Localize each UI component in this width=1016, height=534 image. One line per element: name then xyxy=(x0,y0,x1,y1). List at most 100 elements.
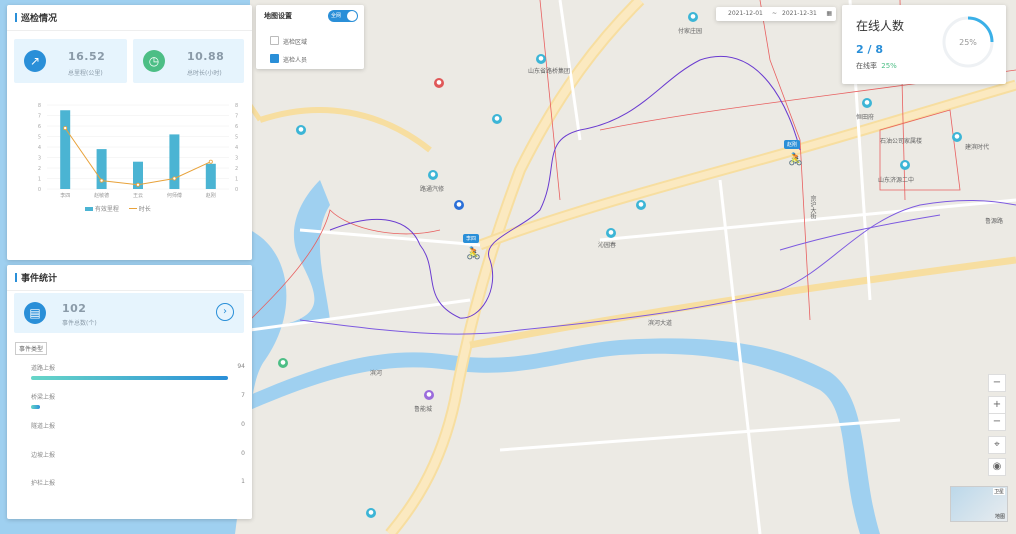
events-panel: 事件统计 ▤ 102 事件总数(个) › 事件类型 道路上报 94 桥梁上报 7 隧道上… xyxy=(7,265,252,519)
map-label: 鲁能城 xyxy=(414,406,433,413)
x-tick-label: 何师傅 xyxy=(167,192,182,199)
poi-icon[interactable]: ● xyxy=(454,200,464,210)
event-type-tag[interactable]: 事件类型 xyxy=(15,342,48,355)
y2-tick-label: 8 xyxy=(235,103,238,109)
y2-tick-label: 1 xyxy=(235,177,238,183)
online-title: 在线人数 xyxy=(856,19,905,33)
event-row-value: 0 xyxy=(241,421,245,428)
eye-icon[interactable]: ◉ xyxy=(988,458,1006,476)
map-label: 滨河大道 xyxy=(648,320,673,327)
event-row[interactable]: 边坡上报 0 xyxy=(31,450,245,467)
legend-bar-swatch xyxy=(85,207,93,211)
legend-line-swatch xyxy=(128,208,137,209)
event-row-value: 1 xyxy=(241,478,245,485)
map-label: 路通汽修 xyxy=(420,186,445,193)
event-row[interactable]: 道路上报 94 xyxy=(31,363,245,380)
network-toggle[interactable]: 全网 xyxy=(328,10,358,22)
poi-icon[interactable]: ● xyxy=(296,125,306,135)
chevron-right-icon[interactable]: › xyxy=(216,303,234,321)
map-label: 山东济源二中 xyxy=(878,177,915,184)
collapse-button[interactable]: − xyxy=(988,374,1006,392)
x-tick-label: 赵敏德 xyxy=(94,192,109,199)
poi-icon[interactable]: ● xyxy=(366,508,376,518)
chart-point xyxy=(172,176,177,181)
poi-icon[interactable]: ● xyxy=(278,358,288,368)
x-tick-label: 李四 xyxy=(60,192,70,199)
online-rate-value: 25% xyxy=(881,62,897,70)
event-row-value: 94 xyxy=(237,363,245,370)
chart-point xyxy=(136,182,141,187)
option-staff[interactable]: 巡检人员 xyxy=(270,54,307,64)
event-row-label: 护栏上报 xyxy=(31,480,56,487)
rider-label: 赵刚 xyxy=(784,140,801,149)
y2-tick-label: 5 xyxy=(235,135,238,141)
y-tick-label: 4 xyxy=(38,145,41,151)
map-type-thumbnail[interactable]: 卫星 地图 xyxy=(950,486,1008,522)
x-tick-label: 赵刚 xyxy=(206,192,216,199)
poi-icon[interactable]: ● xyxy=(434,78,444,88)
events-total-value: 102 xyxy=(62,302,87,315)
duration-label: 总时长(小时) xyxy=(187,70,222,77)
chart-legend: 有效里程 时长 xyxy=(85,204,151,213)
x-tick-label: 王云 xyxy=(133,193,143,199)
chart-bar xyxy=(60,110,71,189)
toggle-label: 全网 xyxy=(331,13,342,19)
map-label: 建滨时代 xyxy=(965,144,990,151)
event-row-value: 0 xyxy=(241,450,245,457)
area-checkbox[interactable] xyxy=(270,36,279,45)
poi-icon[interactable]: ● xyxy=(536,54,546,64)
poi-icon[interactable]: ● xyxy=(862,98,872,108)
poi-icon[interactable]: ● xyxy=(492,114,502,124)
date-range-picker[interactable]: 2021-12-01 ~ 2021-12-31 ▦ xyxy=(716,7,836,21)
event-row-value: 7 xyxy=(241,392,245,399)
rider-icon[interactable]: 🚴 xyxy=(466,246,481,260)
zoom-in-button[interactable]: + xyxy=(988,396,1006,414)
online-gauge: 25% xyxy=(942,16,994,68)
rider-icon[interactable]: 🚴 xyxy=(788,152,803,166)
patrol-panel: 巡检情况 ↗ 16.52 总里程(公里) ◷ 10.88 总时长(小时) 0 0 1… xyxy=(7,5,252,260)
rider-label: 李四 xyxy=(463,234,480,243)
thumb-label-2: 地图 xyxy=(994,514,1005,520)
clipboard-icon: ▤ xyxy=(24,302,46,324)
date-start[interactable]: 2021-12-01 xyxy=(728,7,763,21)
poi-icon[interactable]: ● xyxy=(606,228,616,238)
map-settings-panel: 地图设置 全网 巡检区域 巡检人员 xyxy=(256,5,364,69)
staff-checkbox[interactable] xyxy=(270,54,279,63)
calendar-icon[interactable]: ▦ xyxy=(826,7,832,21)
event-row[interactable]: 隧道上报 0 xyxy=(31,421,245,438)
poi-icon[interactable]: ● xyxy=(900,160,910,170)
event-row-bar xyxy=(31,405,40,409)
event-row[interactable]: 桥梁上报 7 xyxy=(31,392,245,409)
online-rate-label: 在线率 xyxy=(856,62,877,70)
poi-icon[interactable]: ● xyxy=(636,200,646,210)
thumb-label: 卫星 xyxy=(992,488,1005,495)
distance-card: ↗ 16.52 总里程(公里) xyxy=(14,39,127,83)
events-total-label: 事件总数(个) xyxy=(62,320,97,327)
event-row[interactable]: 护栏上报 1 xyxy=(31,478,245,495)
event-row-bar xyxy=(31,376,228,380)
y-tick-label: 1 xyxy=(38,177,41,183)
clock-icon: ◷ xyxy=(143,50,165,72)
map-label: 山东省路桥集团 xyxy=(528,68,571,75)
locate-button[interactable]: ⌖ xyxy=(988,436,1006,454)
gauge-text: 25% xyxy=(959,38,977,47)
y-tick-label: 8 xyxy=(38,103,41,109)
poi-icon[interactable]: ● xyxy=(952,132,962,142)
online-rate: 在线率 25% xyxy=(856,61,897,71)
events-total-card: ▤ 102 事件总数(个) › xyxy=(14,293,244,333)
poi-icon[interactable]: ● xyxy=(428,170,438,180)
option-area[interactable]: 巡检区域 xyxy=(270,36,307,46)
event-row-label: 桥梁上报 xyxy=(31,394,56,401)
poi-icon[interactable]: ● xyxy=(688,12,698,22)
map-label: 沁园春 xyxy=(598,242,617,249)
zoom-out-button[interactable]: − xyxy=(988,413,1006,431)
chart-bar xyxy=(169,134,180,189)
map-label: 鲁源路 xyxy=(985,218,1004,225)
date-end[interactable]: 2021-12-31 xyxy=(782,7,817,21)
y2-tick-label: 0 xyxy=(235,187,238,193)
distance-label: 总里程(公里) xyxy=(68,70,103,77)
poi-icon[interactable]: ● xyxy=(424,390,434,400)
map-settings-title: 地图设置 xyxy=(264,12,292,20)
y-tick-label: 7 xyxy=(38,114,41,120)
y-tick-label: 2 xyxy=(38,166,41,172)
